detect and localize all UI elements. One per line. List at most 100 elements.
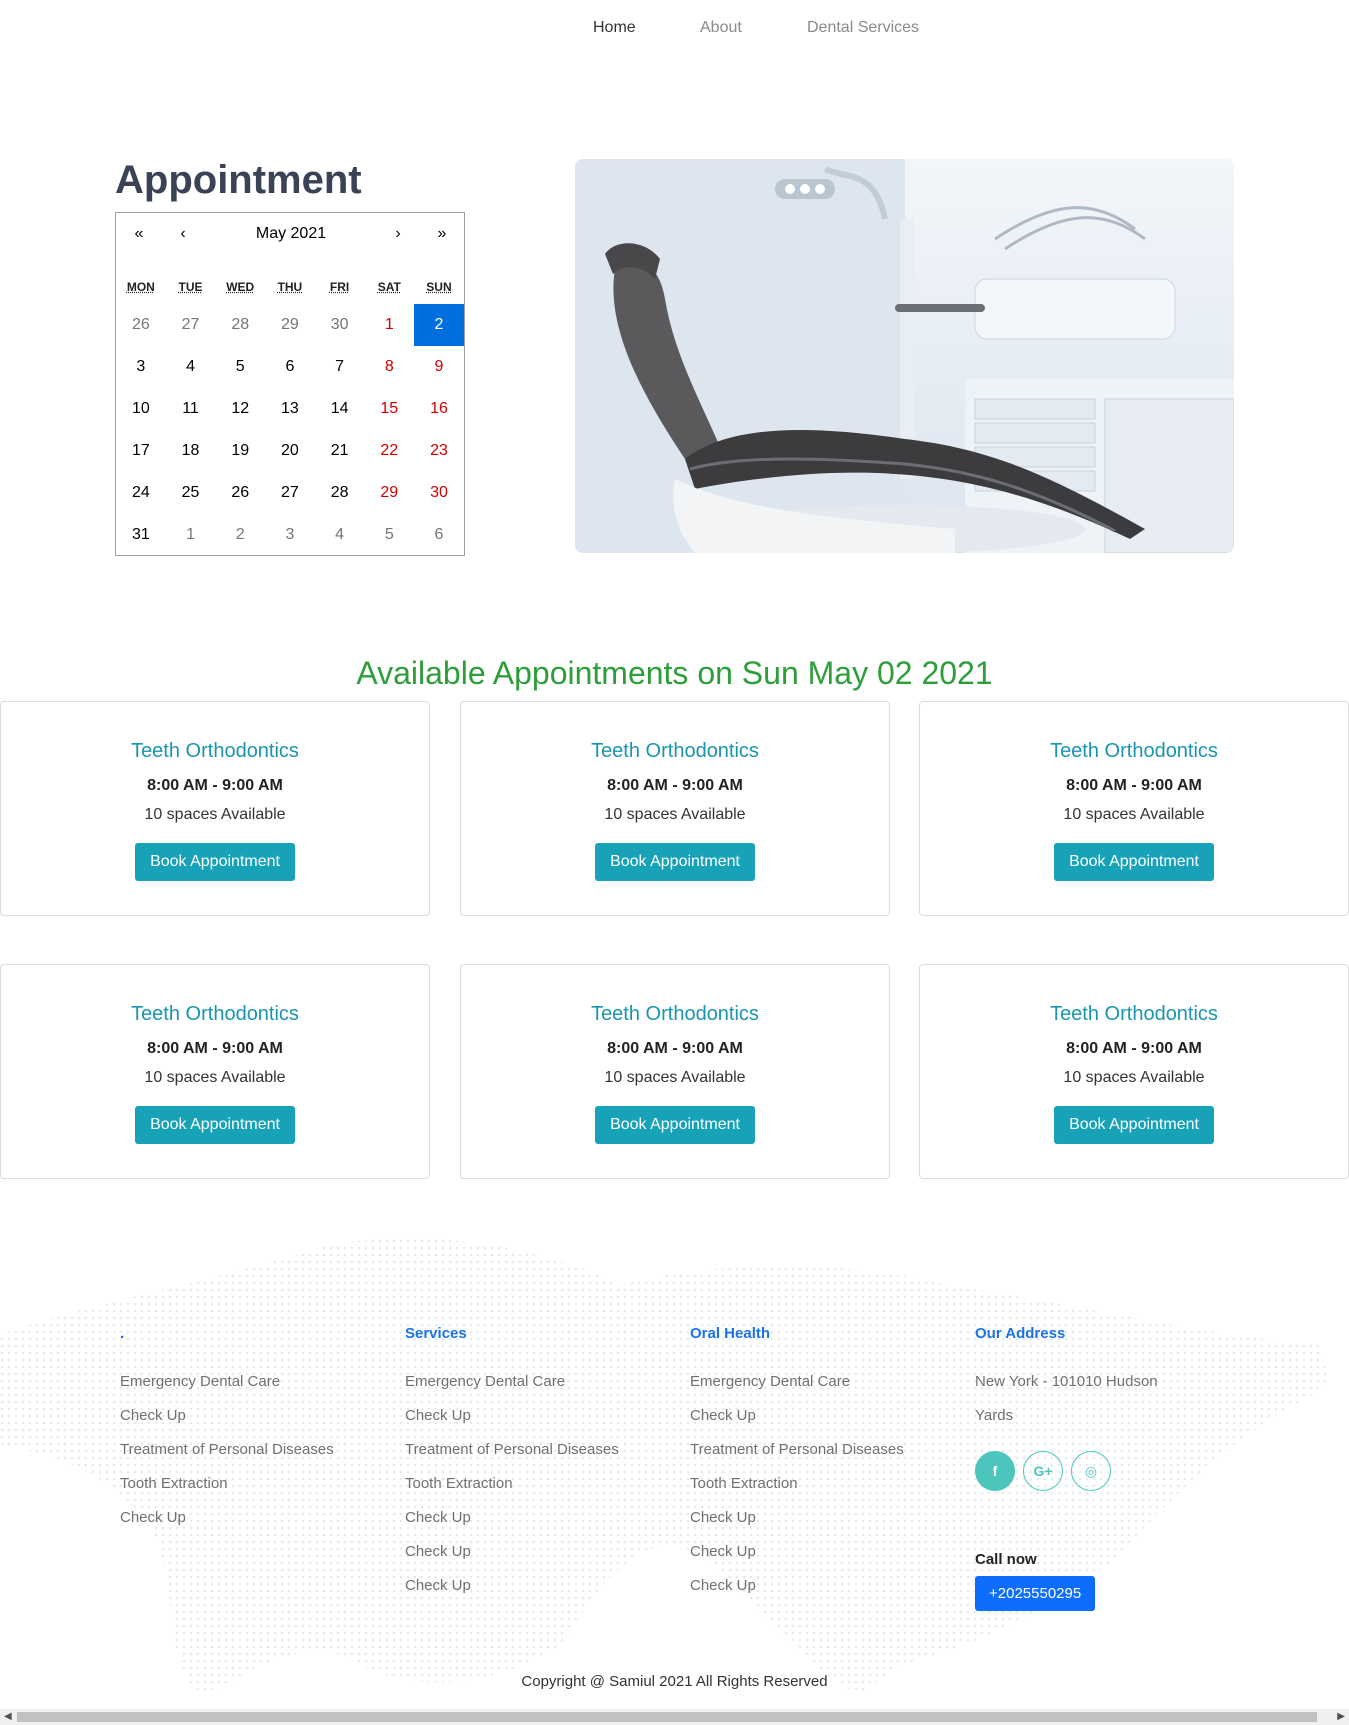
- calendar-day[interactable]: 16: [414, 388, 464, 430]
- footer-link[interactable]: Check Up: [690, 1399, 904, 1433]
- calendar-day[interactable]: 28: [315, 472, 365, 514]
- book-appointment-button[interactable]: Book Appointment: [1054, 843, 1214, 881]
- book-appointment-button[interactable]: Book Appointment: [595, 1106, 755, 1144]
- calendar-day[interactable]: 6: [414, 514, 464, 556]
- calendar-day[interactable]: 12: [215, 388, 265, 430]
- google-plus-icon[interactable]: G+: [1023, 1451, 1063, 1491]
- calendar-day[interactable]: 27: [166, 304, 216, 346]
- calendar-day[interactable]: 24: [116, 472, 166, 514]
- footer-link[interactable]: Check Up: [120, 1399, 334, 1433]
- calendar-day[interactable]: 10: [116, 388, 166, 430]
- instagram-icon[interactable]: ◎: [1071, 1451, 1111, 1491]
- scrollbar-thumb[interactable]: [17, 1712, 1317, 1722]
- book-appointment-button[interactable]: Book Appointment: [135, 1106, 295, 1144]
- calendar-day[interactable]: 22: [364, 430, 414, 472]
- card-spaces: 10 spaces Available: [1063, 1069, 1205, 1086]
- footer-column-title: Services: [405, 1325, 467, 1342]
- footer-link[interactable]: Treatment of Personal Diseases: [120, 1433, 334, 1467]
- footer-link[interactable]: Check Up: [405, 1535, 619, 1569]
- footer-link[interactable]: Tooth Extraction: [405, 1467, 619, 1501]
- card-time: 8:00 AM - 9:00 AM: [147, 1040, 283, 1057]
- calendar-day[interactable]: 27: [265, 472, 315, 514]
- card-title: Teeth Orthodontics: [591, 740, 759, 762]
- footer-link[interactable]: Check Up: [405, 1501, 619, 1535]
- weekday-label: SAT: [377, 280, 401, 294]
- calendar-day[interactable]: 23: [414, 430, 464, 472]
- calendar-day[interactable]: 14: [315, 388, 365, 430]
- calendar-day[interactable]: 18: [166, 430, 216, 472]
- footer-link[interactable]: Check Up: [405, 1569, 619, 1603]
- calendar-day[interactable]: 9: [414, 346, 464, 388]
- calendar-day[interactable]: 30: [414, 472, 464, 514]
- book-appointment-button[interactable]: Book Appointment: [595, 843, 755, 881]
- footer-link[interactable]: Emergency Dental Care: [690, 1365, 904, 1399]
- calendar-day[interactable]: 4: [166, 346, 216, 388]
- calendar-day[interactable]: 28: [215, 304, 265, 346]
- calendar-day[interactable]: 29: [364, 472, 414, 514]
- calendar-day[interactable]: 1: [166, 514, 216, 556]
- footer-column-services: Services Emergency Dental Care Check Up …: [405, 1325, 619, 1603]
- calendar: « ‹ May 2021 › » MON TUE WED THU FRI SAT…: [115, 212, 465, 556]
- calendar-day[interactable]: 15: [364, 388, 414, 430]
- phone-button[interactable]: +2025550295: [975, 1576, 1096, 1611]
- footer-link[interactable]: Check Up: [690, 1501, 904, 1535]
- calendar-day[interactable]: 26: [215, 472, 265, 514]
- calendar-day[interactable]: 30: [315, 304, 365, 346]
- calendar-day[interactable]: 1: [364, 304, 414, 346]
- calendar-month-label[interactable]: May 2021: [216, 225, 366, 243]
- footer-link[interactable]: Emergency Dental Care: [405, 1365, 619, 1399]
- nav-about[interactable]: About: [700, 19, 742, 37]
- calendar-day[interactable]: 3: [116, 346, 166, 388]
- calendar-day[interactable]: 29: [265, 304, 315, 346]
- calendar-day[interactable]: 4: [315, 514, 365, 556]
- card-time: 8:00 AM - 9:00 AM: [1066, 777, 1202, 794]
- card-spaces: 10 spaces Available: [1063, 806, 1205, 823]
- dental-chair-image: [575, 159, 1234, 553]
- appointment-title: Appointment: [115, 158, 362, 202]
- calendar-day[interactable]: 11: [166, 388, 216, 430]
- calendar-day[interactable]: 21: [315, 430, 365, 472]
- footer-link[interactable]: Treatment of Personal Diseases: [690, 1433, 904, 1467]
- calendar-day[interactable]: 5: [215, 346, 265, 388]
- calendar-day[interactable]: 26: [116, 304, 166, 346]
- calendar-day[interactable]: 2: [215, 514, 265, 556]
- card-title: Teeth Orthodontics: [1050, 740, 1218, 762]
- footer-link[interactable]: Check Up: [690, 1569, 904, 1603]
- next-month-button[interactable]: ›: [383, 225, 413, 243]
- footer-link[interactable]: Tooth Extraction: [690, 1467, 904, 1501]
- book-appointment-button[interactable]: Book Appointment: [1054, 1106, 1214, 1144]
- footer-link[interactable]: Emergency Dental Care: [120, 1365, 334, 1399]
- prev-year-button[interactable]: «: [124, 225, 154, 243]
- appointment-card: Teeth Orthodontics 8:00 AM - 9:00 AM 10 …: [919, 964, 1349, 1179]
- scroll-right-icon[interactable]: ▶: [1337, 1711, 1345, 1722]
- footer-link[interactable]: Tooth Extraction: [120, 1467, 334, 1501]
- calendar-day[interactable]: 25: [166, 472, 216, 514]
- calendar-day[interactable]: 17: [116, 430, 166, 472]
- prev-month-button[interactable]: ‹: [168, 225, 198, 243]
- footer-link[interactable]: Check Up: [120, 1501, 334, 1535]
- calendar-day[interactable]: 7: [315, 346, 365, 388]
- calendar-day[interactable]: 20: [265, 430, 315, 472]
- weekday-label: SUN: [426, 280, 452, 294]
- calendar-day[interactable]: 8: [364, 346, 414, 388]
- facebook-icon[interactable]: f: [975, 1451, 1015, 1491]
- nav-home[interactable]: Home: [593, 19, 636, 37]
- calendar-day[interactable]: 13: [265, 388, 315, 430]
- nav-dental-services[interactable]: Dental Services: [807, 19, 919, 37]
- scroll-left-icon[interactable]: ◀: [4, 1711, 12, 1722]
- calendar-day[interactable]: 2: [414, 304, 464, 346]
- calendar-day[interactable]: 19: [215, 430, 265, 472]
- calendar-day[interactable]: 5: [364, 514, 414, 556]
- next-year-button[interactable]: »: [427, 225, 457, 243]
- footer-link[interactable]: Check Up: [690, 1535, 904, 1569]
- calendar-day[interactable]: 31: [116, 514, 166, 556]
- book-appointment-button[interactable]: Book Appointment: [135, 843, 295, 881]
- social-links: f G+ ◎: [975, 1451, 1158, 1491]
- footer-link[interactable]: Treatment of Personal Diseases: [405, 1433, 619, 1467]
- footer-column-1: . Emergency Dental Care Check Up Treatme…: [120, 1325, 334, 1535]
- address-line: New York - 101010 Hudson: [975, 1373, 1158, 1390]
- footer-link[interactable]: Check Up: [405, 1399, 619, 1433]
- horizontal-scrollbar[interactable]: ◀ ▶: [0, 1709, 1349, 1725]
- calendar-day[interactable]: 3: [265, 514, 315, 556]
- calendar-day[interactable]: 6: [265, 346, 315, 388]
